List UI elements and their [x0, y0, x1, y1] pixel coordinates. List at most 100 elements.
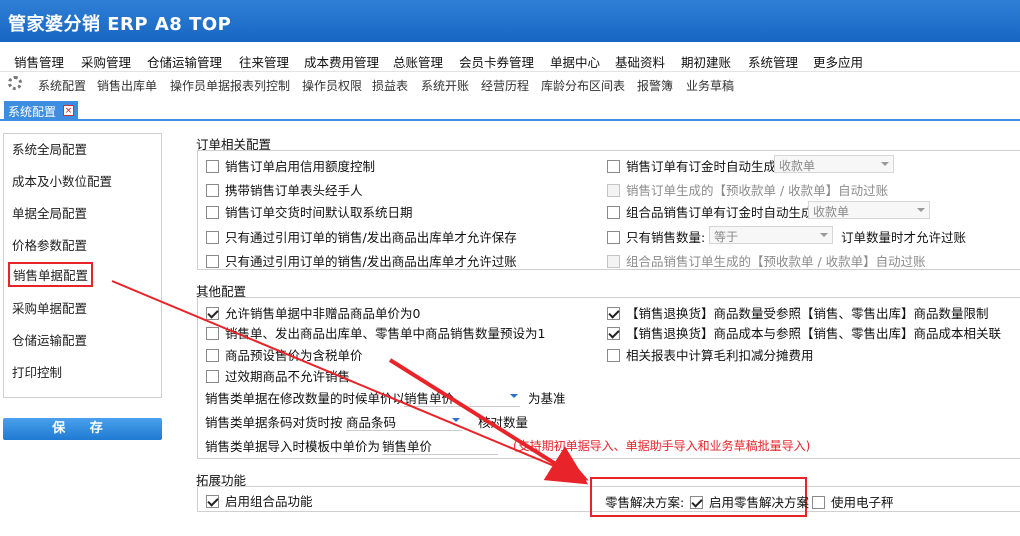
menu-item-sales[interactable]: 销售管理: [14, 52, 64, 71]
toolbar-profit-loss[interactable]: 损益表: [372, 77, 408, 94]
menu-item-system[interactable]: 系统管理: [748, 52, 798, 71]
use-electronic-scale[interactable]: 使用电子秤: [812, 492, 894, 511]
combo-deposit-doc-select[interactable]: 收款单: [808, 201, 930, 219]
toolbar-operator-permission[interactable]: 操作员权限: [302, 77, 362, 94]
order-deposit-auto[interactable]: 销售订单有订金时自动生成: [607, 156, 776, 175]
chevron-down-icon: [452, 418, 460, 422]
enable-retail-solution[interactable]: 启用零售解决方案: [690, 492, 809, 511]
menu-item-basic-data[interactable]: 基础资料: [615, 52, 665, 71]
enable-combo-product[interactable]: 启用组合品功能: [206, 491, 313, 510]
menu-item-warehouse[interactable]: 仓储运输管理: [147, 52, 222, 71]
retail-solution-label: 零售解决方案:: [605, 495, 685, 510]
barcode-select[interactable]: 商品条码: [346, 411, 462, 431]
checkbox[interactable]: [206, 495, 219, 508]
return-qty-limit[interactable]: 【销售退换货】商品数量受参照【销售、零售出库】商品数量限制: [607, 303, 989, 322]
checkbox[interactable]: [607, 349, 620, 362]
barcode-label: 销售类单据条码对货时按: [205, 415, 343, 430]
sidebar-item-doc-global[interactable]: 单据全局配置: [12, 203, 87, 222]
barcode-suffix: 核对数量: [478, 415, 529, 430]
return-cost-link[interactable]: 【销售退换货】商品成本与参照【销售、零售出库】商品成本相关联: [607, 323, 1001, 342]
checkbox[interactable]: [206, 231, 219, 244]
order-credit-limit[interactable]: 销售订单启用信用额度控制: [206, 156, 375, 175]
order-carry-handler[interactable]: 携带销售订单表头经手人: [206, 180, 363, 199]
default-qty-one[interactable]: 销售单、发出商品出库单、零售单中商品销售数量预设为1: [206, 323, 545, 342]
main-menu-bar: 销售管理 采购管理 仓储运输管理 往来管理 成本费用管理 总账管理 会员卡券管理…: [0, 46, 1020, 72]
combo-order-auto-post: 组合品销售订单生成的【预收款单 / 收款单】自动过账: [607, 251, 926, 270]
checkbox: [607, 255, 620, 268]
import-price-select[interactable]: 销售单价: [382, 435, 498, 455]
chevron-down-icon: [820, 233, 828, 237]
checkbox[interactable]: [607, 327, 620, 340]
qty-compare-select[interactable]: 等于: [709, 226, 833, 244]
chevron-down-icon: [881, 162, 889, 166]
import-label: 销售类单据导入时模板中单价为: [205, 439, 381, 454]
chevron-down-icon: [917, 208, 925, 212]
checkbox[interactable]: [206, 160, 219, 173]
menu-item-cost[interactable]: 成本费用管理: [304, 52, 379, 71]
profit-deduct-cost[interactable]: 相关报表中计算毛利扣减分摊费用: [607, 345, 814, 364]
checkbox[interactable]: [206, 349, 219, 362]
checkbox[interactable]: [206, 255, 219, 268]
sidebar-item-cost-decimal[interactable]: 成本及小数位配置: [12, 171, 112, 190]
toolbar-alarm[interactable]: 报警簿: [637, 77, 673, 94]
save-button[interactable]: 保 存: [3, 418, 162, 440]
price-mod-label: 销售类单据在修改数量的时候单价以: [205, 391, 406, 406]
config-sidebar: 系统全局配置 成本及小数位配置 单据全局配置 价格参数配置 销售单据配置 采购单…: [3, 133, 162, 398]
chevron-down-icon: [510, 394, 518, 398]
checkbox[interactable]: [206, 206, 219, 219]
menu-item-member[interactable]: 会员卡券管理: [459, 52, 534, 71]
menu-item-accounts[interactable]: 往来管理: [239, 52, 289, 71]
order-auto-post: 销售订单生成的【预收款单 / 收款单】自动过账: [607, 180, 888, 199]
checkbox[interactable]: [206, 307, 219, 320]
sales-qty-only[interactable]: 只有销售数量:: [607, 227, 705, 246]
menu-item-purchase[interactable]: 采购管理: [81, 52, 131, 71]
tab-label: 系统配置: [8, 105, 57, 119]
sidebar-item-print[interactable]: 打印控制: [12, 362, 62, 381]
sidebar-item-warehouse[interactable]: 仓储运输配置: [12, 330, 87, 349]
checkbox[interactable]: [690, 496, 703, 509]
qty-compare-suffix: 订单数量时才允许过账: [841, 230, 967, 245]
sidebar-item-sales-docs[interactable]: 销售单据配置: [8, 262, 94, 287]
menu-item-documents[interactable]: 单据中心: [550, 52, 600, 71]
tab-system-config[interactable]: 系统配置 ×: [4, 101, 79, 121]
toolbar-sales-outbound[interactable]: 销售出库单: [97, 77, 157, 94]
toolbar-history[interactable]: 经营历程: [481, 77, 529, 94]
toolbar-stock-age[interactable]: 库龄分布区间表: [541, 77, 625, 94]
checkbox[interactable]: [206, 327, 219, 340]
checkbox[interactable]: [607, 160, 620, 173]
price-tax-included[interactable]: 商品预设售价为含税单价: [206, 345, 363, 364]
menu-item-ledger[interactable]: 总账管理: [393, 52, 443, 71]
checkbox[interactable]: [607, 206, 620, 219]
gear-icon: [8, 76, 22, 90]
toolbar-system-config[interactable]: 系统配置: [38, 77, 86, 94]
sidebar-item-price[interactable]: 价格参数配置: [12, 235, 87, 254]
toolbar-system-open[interactable]: 系统开账: [421, 77, 469, 94]
tab-strip: 系统配置 ×: [0, 99, 1020, 121]
price-mod-select[interactable]: 销售单价: [404, 387, 520, 407]
deposit-doc-select[interactable]: 收款单: [774, 155, 894, 173]
app-title: 管家婆分销 ERP A8 TOP: [8, 14, 232, 35]
checkbox[interactable]: [812, 496, 825, 509]
expired-no-sale[interactable]: 过效期商品不允许销售: [206, 366, 350, 385]
menu-item-more-apps[interactable]: 更多应用: [813, 52, 863, 71]
order-ref-post[interactable]: 只有通过引用订单的销售/发出商品出库单才允许过账: [206, 251, 517, 270]
allow-zero-price[interactable]: 允许销售单据中非赠品商品单价为0: [206, 303, 420, 322]
app-title-bar: 管家婆分销 ERP A8 TOP: [0, 0, 1020, 42]
toolbar-column-control[interactable]: 操作员单据报表列控制: [170, 77, 290, 94]
order-ref-save[interactable]: 只有通过引用订单的销售/发出商品出库单才允许保存: [206, 227, 517, 246]
checkbox: [607, 184, 620, 197]
sidebar-item-purchase-docs[interactable]: 采购单据配置: [12, 298, 87, 317]
checkbox[interactable]: [206, 370, 219, 383]
checkbox[interactable]: [607, 231, 620, 244]
quick-toolbar: 系统配置 销售出库单 操作员单据报表列控制 操作员权限 损益表 系统开账 经营历…: [0, 73, 1020, 97]
close-icon[interactable]: ×: [63, 105, 75, 116]
import-note: (支持期初单据导入、单据助手导入和业务草稿批量导入): [513, 439, 811, 453]
sidebar-item-global[interactable]: 系统全局配置: [12, 139, 87, 158]
menu-item-opening[interactable]: 期初建账: [681, 52, 731, 71]
toolbar-drafts[interactable]: 业务草稿: [686, 77, 734, 94]
combo-deposit-auto[interactable]: 组合品销售订单有订金时自动生成: [607, 202, 814, 221]
checkbox[interactable]: [206, 184, 219, 197]
checkbox[interactable]: [607, 307, 620, 320]
order-delivery-date[interactable]: 销售订单交货时间默认取系统日期: [206, 202, 413, 221]
price-mod-suffix: 为基准: [528, 391, 566, 406]
